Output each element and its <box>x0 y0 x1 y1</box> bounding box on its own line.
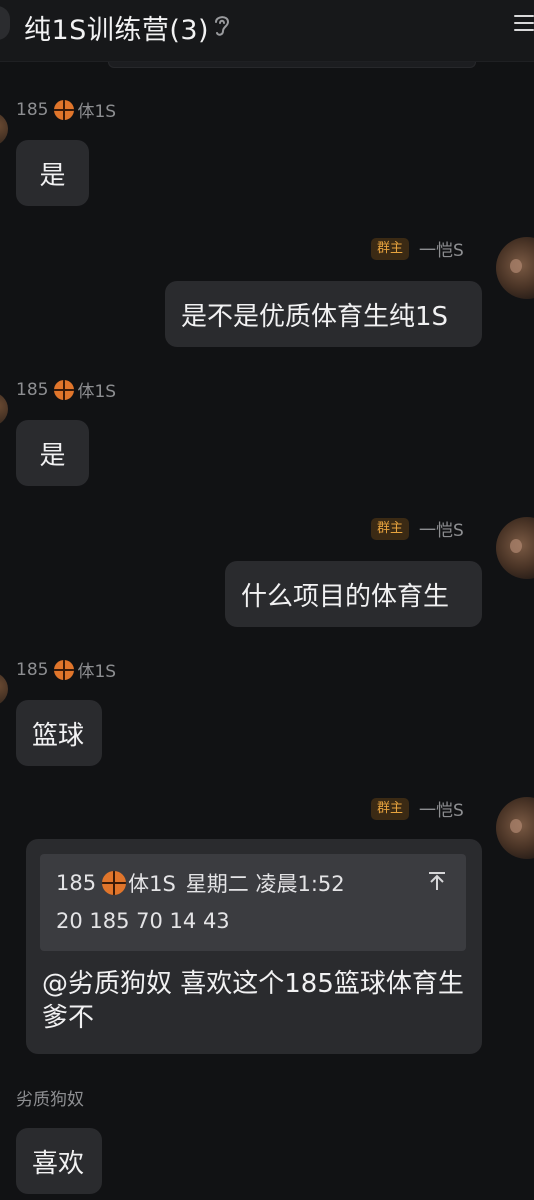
message-bubble[interactable]: 篮球 <box>16 700 102 766</box>
sender-name-text: 一恺S <box>419 521 464 541</box>
sender-tag: 体1S <box>77 662 117 682</box>
pinned-banner[interactable] <box>108 62 476 68</box>
message-bubble[interactable]: 是不是优质体育生纯1S <box>165 281 482 347</box>
ear-icon[interactable] <box>212 12 232 38</box>
avatar[interactable] <box>496 237 534 299</box>
sender-tag: 体1S <box>77 102 117 122</box>
sender-name-text: 劣质狗奴 <box>16 1090 84 1110</box>
sender-name-text: 一恺S <box>419 241 464 261</box>
sender-tag: 体1S <box>77 382 117 402</box>
message-text: 是 <box>39 160 66 191</box>
message-bubble[interactable]: 是 <box>16 140 89 206</box>
message-text: 是 <box>39 440 66 471</box>
sender-name: 185 体1S <box>16 657 116 682</box>
message-bubble[interactable]: 什么项目的体育生 <box>225 561 482 627</box>
owner-badge: 群主 <box>371 237 410 260</box>
message-bubble[interactable]: 喜欢 <box>16 1128 102 1194</box>
quoted-author: 185 <box>56 871 97 895</box>
back-button[interactable] <box>0 6 10 40</box>
arrow-up-icon[interactable] <box>426 870 448 892</box>
message-text: 什么项目的体育生 <box>241 581 450 612</box>
sender-name-text: 185 <box>16 379 49 400</box>
message-text: 篮球 <box>32 720 85 751</box>
owner-badge: 群主 <box>371 797 410 820</box>
sender-name: 群主 一恺S <box>371 236 464 261</box>
chat-title[interactable]: 纯1S训练营(3) <box>24 8 209 47</box>
menu-icon[interactable] <box>514 12 534 38</box>
message-bubble[interactable]: 是 <box>16 420 89 486</box>
sender-name-text: 一恺S <box>419 801 464 821</box>
message-text: 是不是优质体育生纯1S <box>181 301 449 332</box>
sender-name: 群主 一恺S <box>371 516 464 541</box>
message-text: @劣质狗奴 喜欢这个185篮球体育生爹不 <box>42 969 464 1033</box>
quoted-time: 星期二 凌晨1:52 <box>185 872 345 896</box>
avatar[interactable] <box>0 672 8 706</box>
sender-name: 群主 一恺S <box>371 796 464 821</box>
chat-header: 纯1S训练营(3) <box>0 0 534 62</box>
quoted-text: 20 185 70 14 43 <box>56 909 230 933</box>
avatar[interactable] <box>496 797 534 859</box>
owner-badge: 群主 <box>371 517 410 540</box>
avatar[interactable] <box>496 517 534 579</box>
avatar[interactable] <box>0 392 8 426</box>
sender-name: 185 体1S <box>16 377 116 402</box>
message-text: 喜欢 <box>32 1148 85 1179</box>
basketball-icon <box>54 659 75 680</box>
avatar[interactable] <box>0 112 8 146</box>
sender-name-text: 185 <box>16 659 49 680</box>
basketball-icon <box>54 379 75 400</box>
quoted-message-header: 185 体1S 星期二 凌晨1:52 <box>56 868 345 898</box>
sender-name-text: 185 <box>16 99 49 120</box>
basketball-icon <box>54 99 75 120</box>
quoted-author-tag: 体1S <box>128 872 176 896</box>
sender-name: 185 体1S <box>16 97 116 122</box>
basketball-icon <box>102 871 127 895</box>
quoted-message[interactable]: 185 体1S 星期二 凌晨1:52 20 185 70 14 43 <box>40 854 466 951</box>
reply-message-bubble[interactable]: 185 体1S 星期二 凌晨1:52 20 185 70 14 43 @劣质狗奴… <box>26 839 482 1054</box>
sender-name: 劣质狗奴 <box>16 1085 84 1110</box>
